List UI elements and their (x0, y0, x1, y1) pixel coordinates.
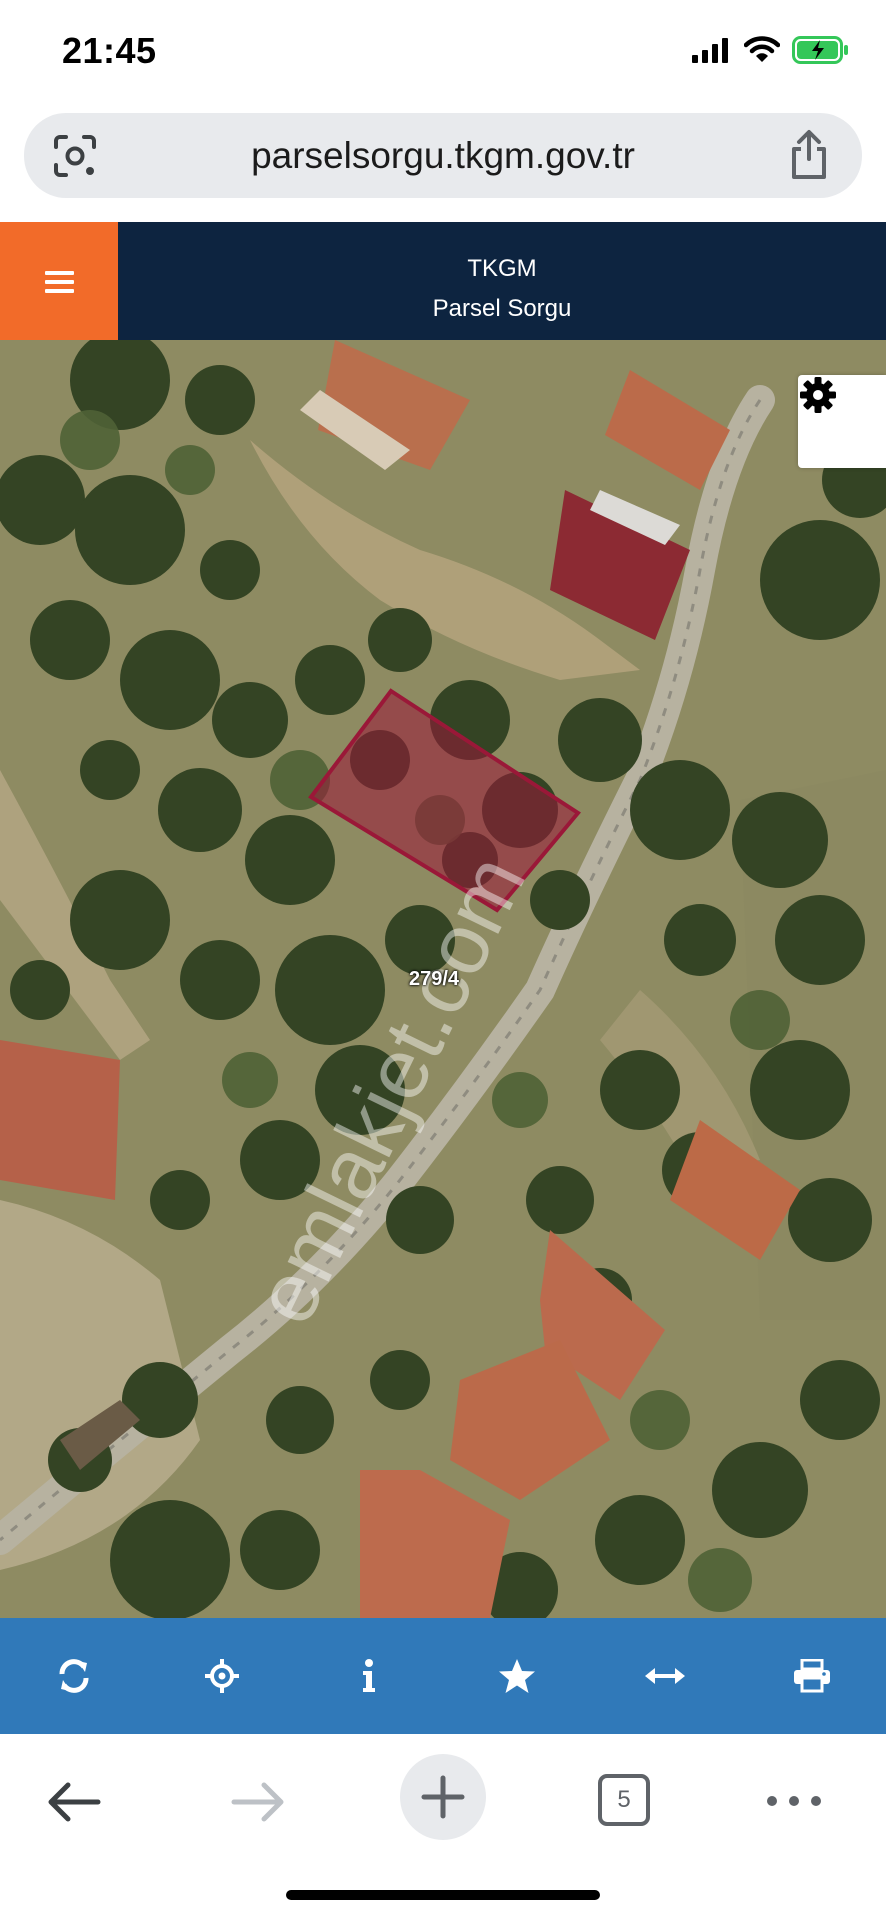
app-subtitle: Parsel Sorgu (432, 295, 572, 322)
address-bar[interactable]: parselsorgu.tkgm.gov.tr (24, 113, 862, 198)
more-dots-icon (767, 1796, 821, 1806)
url-text[interactable]: parselsorgu.tkgm.gov.tr (24, 135, 862, 177)
info-icon (363, 1659, 376, 1692)
parcel-label: 279/4 (409, 968, 460, 990)
status-icons (692, 36, 850, 64)
forward-button[interactable] (228, 1772, 288, 1832)
map-toolbar (0, 1618, 886, 1734)
map-view[interactable]: emlakjet.com 279/4 (0, 340, 886, 1618)
tab-switcher-button[interactable]: 5 (598, 1774, 650, 1826)
hamburger-menu-icon[interactable] (0, 222, 118, 340)
arrow-right-icon (231, 1782, 284, 1822)
plus-icon (421, 1775, 465, 1819)
refresh-button[interactable] (0, 1618, 148, 1734)
home-indicator (286, 1890, 600, 1900)
back-button[interactable] (44, 1772, 104, 1832)
refresh-icon (59, 1659, 89, 1693)
locate-icon (204, 1659, 239, 1693)
share-icon[interactable] (786, 129, 832, 181)
more-menu-button[interactable] (764, 1786, 824, 1816)
app-header: TKGM Parsel Sorgu (0, 222, 886, 340)
locate-button[interactable] (148, 1618, 296, 1734)
new-tab-button[interactable] (400, 1754, 486, 1840)
arrow-left-icon (48, 1782, 101, 1822)
app-title: TKGM (467, 255, 537, 282)
battery-icon (792, 36, 848, 64)
status-time: 21:45 (62, 30, 157, 71)
measure-button[interactable] (591, 1618, 739, 1734)
wifi-icon (744, 36, 780, 62)
status-bar: 21:45 (0, 0, 886, 108)
info-button[interactable] (295, 1618, 443, 1734)
signal-icon (692, 38, 728, 63)
print-icon (794, 1659, 831, 1693)
star-icon (498, 1659, 535, 1693)
gear-icon (800, 377, 836, 413)
measure-icon (644, 1668, 685, 1684)
print-button[interactable] (738, 1618, 886, 1734)
favorite-button[interactable] (443, 1618, 591, 1734)
settings-button[interactable] (798, 375, 886, 468)
